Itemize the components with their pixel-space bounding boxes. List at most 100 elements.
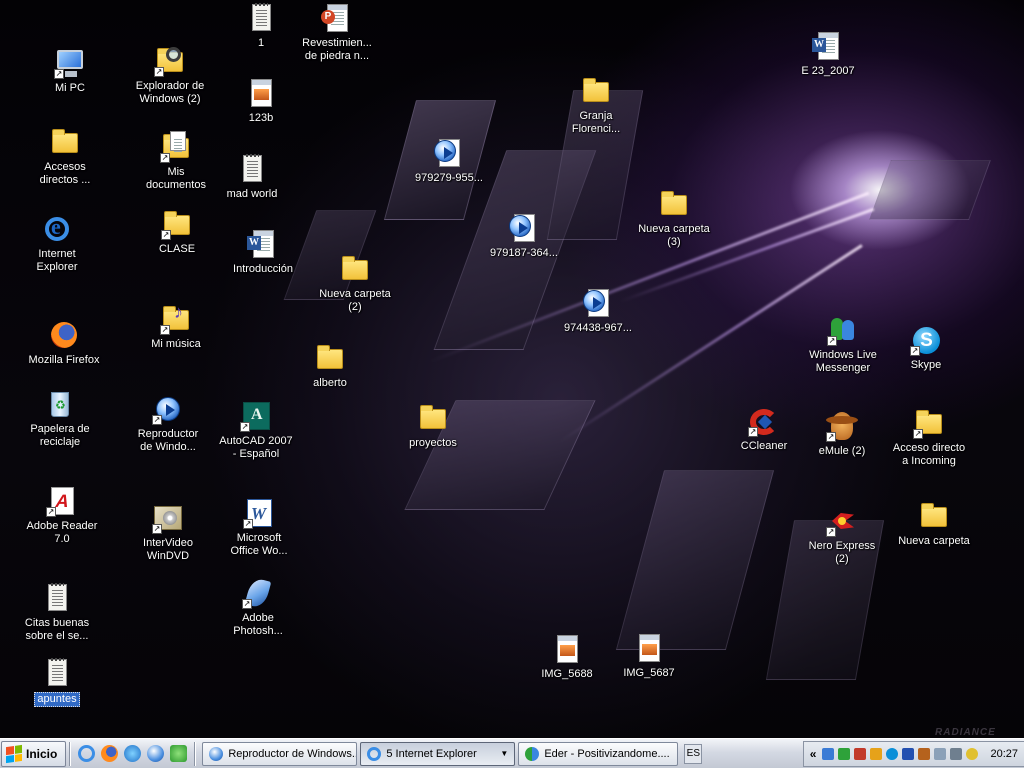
desktop-icon-citas-buenas[interactable]: Citas buenas sobre el se... (12, 582, 102, 643)
desktop-icon-mi-musica[interactable]: ♪ ↗ Mi música (131, 303, 221, 351)
desktop-icon-microsoft-office-word[interactable]: ↗ Microsoft Office Wo... (214, 497, 304, 558)
taskbar-task-messenger-chat[interactable]: Eder - Positivizandome.... (518, 741, 679, 766)
desktop-icon-accesos-directos[interactable]: Accesos directos ... (20, 126, 110, 187)
desktop-icon-e-23-2007[interactable]: W E 23_2007 (783, 30, 873, 78)
desktop-icon-introduccion[interactable]: W Introducción (218, 228, 308, 276)
desktop-icon-mi-pc[interactable]: ↗ Mi PC (25, 47, 115, 95)
media-player-icon: ↗ (152, 393, 184, 425)
desktop-icon-papelera-de-reciclaje[interactable]: Papelera de reciclaje (15, 388, 105, 449)
security-icon[interactable] (854, 747, 867, 760)
desktop-icon-skype[interactable]: S ↗ Skype (881, 324, 971, 372)
desktop-icon-img-5688[interactable]: IMG_5688 (522, 633, 612, 681)
desktop-icon-windows-live-messenger[interactable]: ↗ Windows Live Messenger (798, 314, 888, 375)
quick-launch-media-player-icon[interactable] (147, 745, 165, 762)
desktop-icon-979187[interactable]: 979187-364... (479, 212, 569, 260)
desktop-icon-acceso-directo-incoming[interactable]: ↗ Acceso directo a Incoming (884, 407, 974, 468)
adobe-reader-icon: ↗ (46, 485, 78, 517)
my-computer-icon: ↗ (54, 47, 86, 79)
desktop-icon-proyectos[interactable]: proyectos (388, 402, 478, 450)
folder-icon (918, 500, 950, 532)
network-icon[interactable] (822, 747, 835, 760)
desktop-icon-nueva-carpeta-2[interactable]: Nueva carpeta (2) (310, 253, 400, 314)
media-file-icon (582, 287, 614, 319)
desktop-icon-979279[interactable]: 979279-955... (404, 137, 494, 185)
quick-launch-firefox-icon[interactable] (101, 745, 119, 762)
taskbar-separator (69, 741, 72, 766)
desktop-icon-nero-express[interactable]: ↗ Nero Express (2) (797, 505, 887, 566)
desktop-icon-adobe-reader[interactable]: ↗ Adobe Reader 7.0 (17, 485, 107, 546)
autocad-icon: ↗ (240, 400, 272, 432)
desktop-icon-label: Nueva carpeta (3) (638, 223, 710, 248)
desktop-icon-nueva-carpeta-3[interactable]: Nueva carpeta (3) (629, 188, 719, 249)
desktop-icon-emule[interactable]: ↗ eMule (2) (797, 410, 887, 458)
desktop-icon-revestimiento[interactable]: P Revestimien... de piedra n... (292, 2, 382, 63)
quick-launch-msn-icon[interactable] (170, 745, 188, 762)
antivirus-icon[interactable] (870, 747, 883, 760)
bluetooth-icon[interactable] (902, 747, 915, 760)
desktop-icon-label: CLASE (158, 243, 196, 255)
desktop-icon-clase[interactable]: ↗ CLASE (132, 208, 222, 256)
tray-expand-button[interactable]: « (810, 747, 817, 761)
image-file-icon (551, 633, 583, 665)
clock[interactable]: 20:27 (990, 748, 1018, 760)
desktop-icon-reproductor-de-windows[interactable]: ↗ Reproductor de Windo... (123, 393, 213, 454)
desktop-icon-label: E 23_2007 (801, 65, 855, 77)
taskbar-task-internet-explorer[interactable]: 5 Internet Explorer ▼ (360, 741, 516, 766)
desktop-icon-intervideo-windvd[interactable]: ↗ InterVideo WinDVD (123, 502, 213, 563)
desktop-icon-internet-explorer[interactable]: Internet Explorer (12, 213, 102, 274)
desktop-icon-label: IMG_5688 (541, 668, 593, 680)
update-icon[interactable] (966, 747, 979, 760)
monitor-icon[interactable] (934, 747, 947, 760)
taskbar-separator (194, 741, 197, 766)
desktop-icon-974438[interactable]: 974438-967... (553, 287, 643, 335)
desktop-icon-label: Windows Live Messenger (809, 349, 877, 374)
desktop-icon-label: InterVideo WinDVD (143, 537, 193, 562)
messenger-tray-icon[interactable] (838, 747, 851, 760)
start-button[interactable]: Inicio (1, 740, 67, 767)
desktop-icon-label: Introducción (233, 263, 293, 275)
skype-tray-icon[interactable] (886, 747, 899, 760)
language-indicator[interactable]: ES (684, 743, 703, 764)
desktop-icon-label: Papelera de reciclaje (30, 423, 90, 448)
desktop-icon-label: proyectos (409, 437, 457, 449)
desktop-icon-mozilla-firefox[interactable]: Mozilla Firefox (19, 319, 109, 367)
desktop-icon-explorador-de-windows[interactable]: ↗ Explorador de Windows (2) (125, 45, 215, 106)
desktop-icon-label: Nero Express (2) (808, 540, 876, 565)
desktop-icon-123b[interactable]: 123b (216, 77, 306, 125)
desktop-icon-img-5687[interactable]: IMG_5687 (604, 632, 694, 680)
wallpaper-shape (869, 160, 991, 220)
desktop-icon-adobe-photoshop[interactable]: ↗ Adobe Photosh... (213, 576, 303, 638)
desktop-icon-label: Nueva carpeta (898, 535, 970, 547)
folder-icon: ↗ (161, 208, 193, 240)
desktop-icon-label: Adobe Photosh... (233, 612, 283, 637)
desktop[interactable]: RADIANCE ↗ Mi PC Accesos directos ... In… (0, 0, 1024, 738)
taskbar-task-media-player[interactable]: Reproductor de Windows... (202, 741, 358, 766)
volume-icon[interactable] (950, 747, 963, 760)
desktop-icon-label: Acceso directo a Incoming (892, 442, 966, 467)
desktop-icon-label: AutoCAD 2007 - Español (219, 435, 293, 460)
emule-tray-icon[interactable] (918, 747, 931, 760)
taskbar-task-label: Eder - Positivizandome.... (544, 747, 670, 760)
desktop-icon-granja-florencia[interactable]: Granja Florenci... (551, 75, 641, 136)
desktop-icon-ccleaner[interactable]: ↗ CCleaner (719, 405, 809, 453)
desktop-icon-mad-world[interactable]: mad world (207, 153, 297, 201)
desktop-icon-label: Reproductor de Windo... (137, 428, 199, 453)
ms-word-icon: ↗ (243, 497, 275, 529)
desktop-icon-label: alberto (313, 377, 347, 389)
desktop-icon-autocad-2007[interactable]: ↗ AutoCAD 2007 - Español (211, 400, 301, 461)
quick-launch-internet-explorer-icon[interactable] (78, 745, 96, 762)
desktop-icon-nueva-carpeta[interactable]: Nueva carpeta (889, 500, 979, 548)
desktop-icon-label: mad world (226, 188, 278, 200)
desktop-icon-alberto[interactable]: alberto (285, 342, 375, 390)
desktop-icon-label: Citas buenas sobre el se... (24, 617, 90, 642)
word-document-icon: W (247, 228, 279, 260)
folder-icon (314, 342, 346, 374)
my-documents-icon: ↗ (160, 131, 192, 163)
desktop-icon-apuntes[interactable]: apuntes (12, 657, 102, 707)
quick-launch-messenger-icon[interactable] (124, 745, 142, 762)
word-document-icon: W (812, 30, 844, 62)
skype-icon: S ↗ (910, 324, 942, 356)
taskbar: Inicio Reproductor de Windows... 5 Inter… (0, 738, 1024, 768)
desktop-icon-label: Microsoft Office Wo... (230, 532, 288, 557)
folder-icon (49, 126, 81, 158)
